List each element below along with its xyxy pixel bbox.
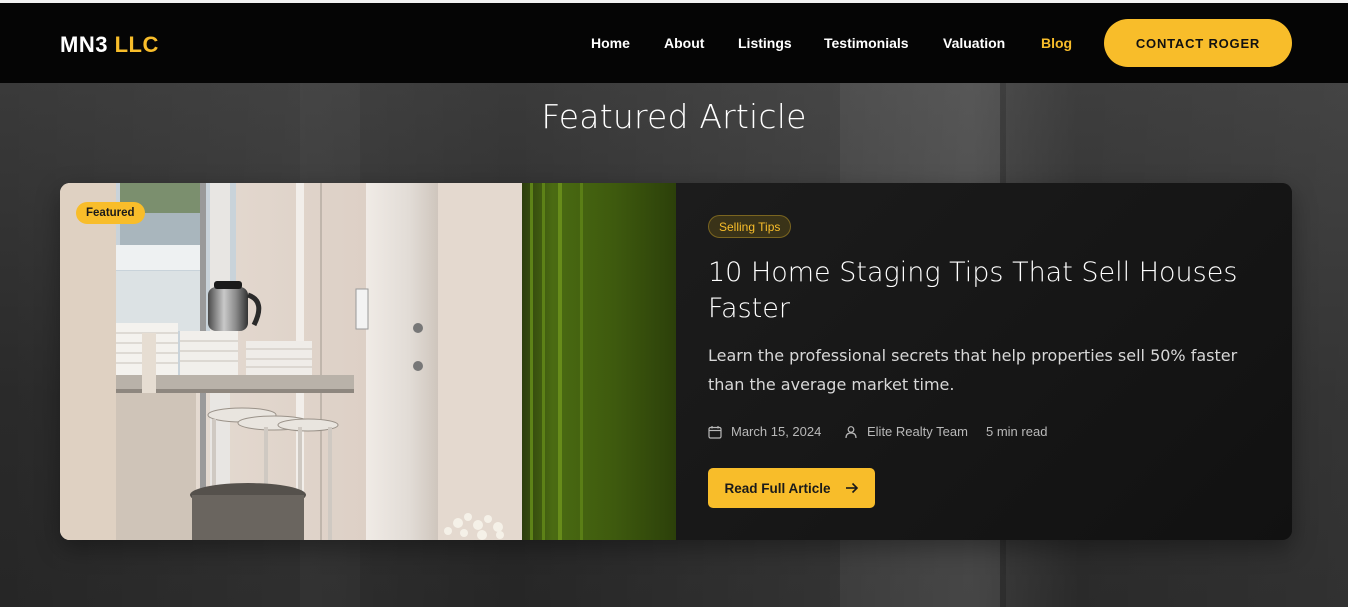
calendar-icon xyxy=(708,425,722,439)
section-title: Featured Article xyxy=(541,97,807,136)
featured-badge: Featured xyxy=(76,202,145,224)
featured-article-card[interactable]: Featured Selling Tips 10 Home Staging Ti… xyxy=(60,183,1292,540)
brand-suffix: LLC xyxy=(114,32,159,57)
read-full-article-button[interactable]: Read Full Article xyxy=(708,468,875,508)
nav-item-about[interactable]: About xyxy=(664,35,704,51)
meta-read-time-text: 5 min read xyxy=(986,424,1048,439)
meta-author: Elite Realty Team xyxy=(844,424,968,439)
article-content: Selling Tips 10 Home Staging Tips That S… xyxy=(676,183,1292,540)
nav-item-testimonials[interactable]: Testimonials xyxy=(824,35,909,51)
arrow-right-icon xyxy=(845,482,858,494)
article-image[interactable]: Featured xyxy=(60,183,676,540)
category-tag[interactable]: Selling Tips xyxy=(708,215,792,238)
nav-item-home[interactable]: Home xyxy=(591,35,630,51)
nav-item-listings[interactable]: Listings xyxy=(738,35,792,51)
contact-button[interactable]: CONTACT ROGER xyxy=(1104,19,1292,67)
nav-item-valuation[interactable]: Valuation xyxy=(943,35,1005,51)
meta-read-time: 5 min read xyxy=(986,424,1047,439)
article-excerpt: Learn the professional secrets that help… xyxy=(708,346,1238,394)
brand-logo[interactable]: MN3 LLC xyxy=(60,32,159,58)
nav-item-blog[interactable]: Blog xyxy=(1041,35,1072,51)
meta-author-text: Elite Realty Team xyxy=(867,424,968,439)
meta-date-text: March 15, 2024 xyxy=(731,424,822,439)
user-icon xyxy=(845,425,857,438)
navbar: MN3 LLC Home About Listings Testimonials… xyxy=(0,3,1348,83)
meta-date: March 15, 2024 xyxy=(708,424,821,439)
brand-name: MN3 xyxy=(60,32,108,57)
read-full-article-label: Read Full Article xyxy=(724,480,831,496)
kitchen-photo xyxy=(60,183,676,540)
article-title[interactable]: 10 Home Staging Tips That Sell Houses Fa… xyxy=(708,255,1248,327)
